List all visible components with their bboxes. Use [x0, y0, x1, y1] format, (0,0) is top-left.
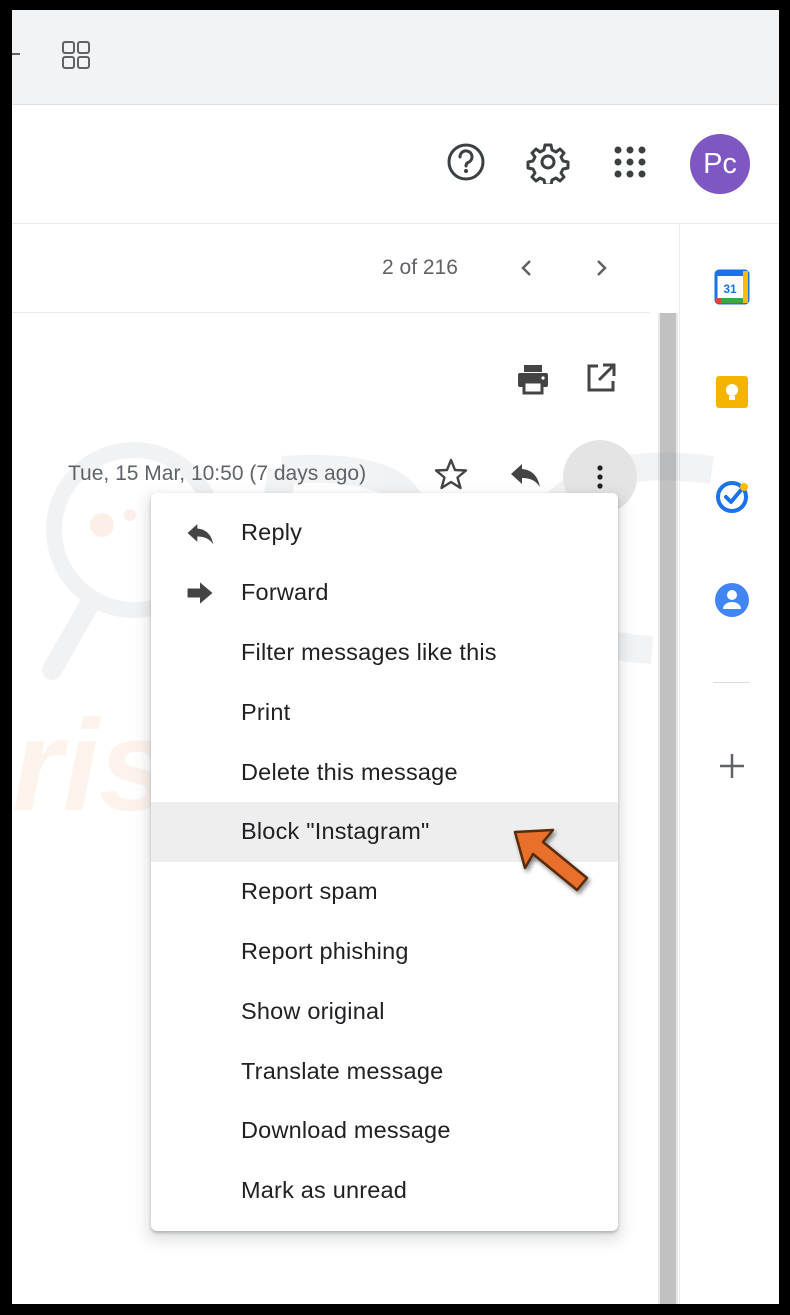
menu-item-label: Forward [241, 579, 329, 606]
calendar-day-label: 31 [723, 282, 737, 296]
menu-item-label: Mark as unread [241, 1177, 408, 1204]
menu-item-label: Reply [241, 519, 303, 546]
keep-icon[interactable] [714, 374, 750, 410]
tasks-icon[interactable] [714, 479, 750, 515]
browser-tab-strip [12, 10, 779, 105]
menu-item-reply[interactable]: Reply [151, 503, 618, 563]
menu-item-print[interactable]: Print [151, 682, 618, 742]
account-avatar[interactable]: Pc [690, 134, 750, 194]
calendar-icon[interactable]: 31 [714, 269, 750, 305]
menu-item-label: Filter messages like this [241, 638, 497, 665]
plus-icon[interactable] [714, 748, 750, 784]
more-vert-icon [597, 465, 603, 489]
scrollbar-thumb[interactable] [660, 313, 676, 1304]
google-apps-icon[interactable] [608, 140, 652, 184]
menu-item-label: Report phishing [241, 937, 409, 964]
print-icon[interactable] [515, 361, 551, 397]
menu-item-download-message[interactable]: Download message [151, 1101, 618, 1161]
reply-icon[interactable] [507, 456, 543, 492]
gmail-window: Pc 31 2 of 216 Tue, 15 Mar, 10:50 (7 day… [12, 10, 779, 1304]
menu-item-label: Download message [241, 1117, 451, 1144]
pagination-count: 2 of 216 [382, 256, 458, 279]
menu-item-label: Print [241, 698, 291, 725]
annotation-arrow-icon [513, 828, 589, 892]
menu-item-label: Show original [241, 997, 385, 1024]
side-panel-divider [713, 682, 749, 683]
side-panel: 31 [679, 224, 779, 1304]
menu-item-label: Delete this message [241, 758, 458, 785]
help-icon[interactable] [444, 140, 488, 184]
menu-item-show-original[interactable]: Show original [151, 981, 618, 1041]
contacts-icon[interactable] [714, 582, 750, 618]
menu-item-report-phishing[interactable]: Report phishing [151, 922, 618, 982]
menu-item-label: Report spam [241, 878, 378, 905]
menu-item-delete-message[interactable]: Delete this message [151, 742, 618, 802]
chevron-left-icon[interactable] [513, 254, 541, 282]
star-icon[interactable] [433, 456, 469, 492]
menu-item-label: Translate message [241, 1057, 444, 1084]
chevron-right-icon[interactable] [587, 254, 615, 282]
open-in-new-window-icon[interactable] [584, 361, 618, 395]
message-date: Tue, 15 Mar, 10:50 (7 days ago) [68, 462, 367, 485]
gmail-header: Pc [12, 105, 779, 224]
menu-item-mark-as-unread[interactable]: Mark as unread [151, 1161, 618, 1221]
menu-item-filter-messages[interactable]: Filter messages like this [151, 623, 618, 683]
gear-icon[interactable] [526, 140, 570, 184]
menu-item-label: Block "Instagram" [241, 818, 430, 845]
tab-grid-icon[interactable] [61, 40, 91, 70]
reply-icon [187, 524, 214, 545]
menu-item-forward[interactable]: Forward [151, 563, 618, 623]
menu-item-translate-message[interactable]: Translate message [151, 1041, 618, 1101]
toolbar-divider [12, 312, 650, 313]
forward-icon [187, 582, 213, 604]
tab-edge [12, 53, 20, 55]
